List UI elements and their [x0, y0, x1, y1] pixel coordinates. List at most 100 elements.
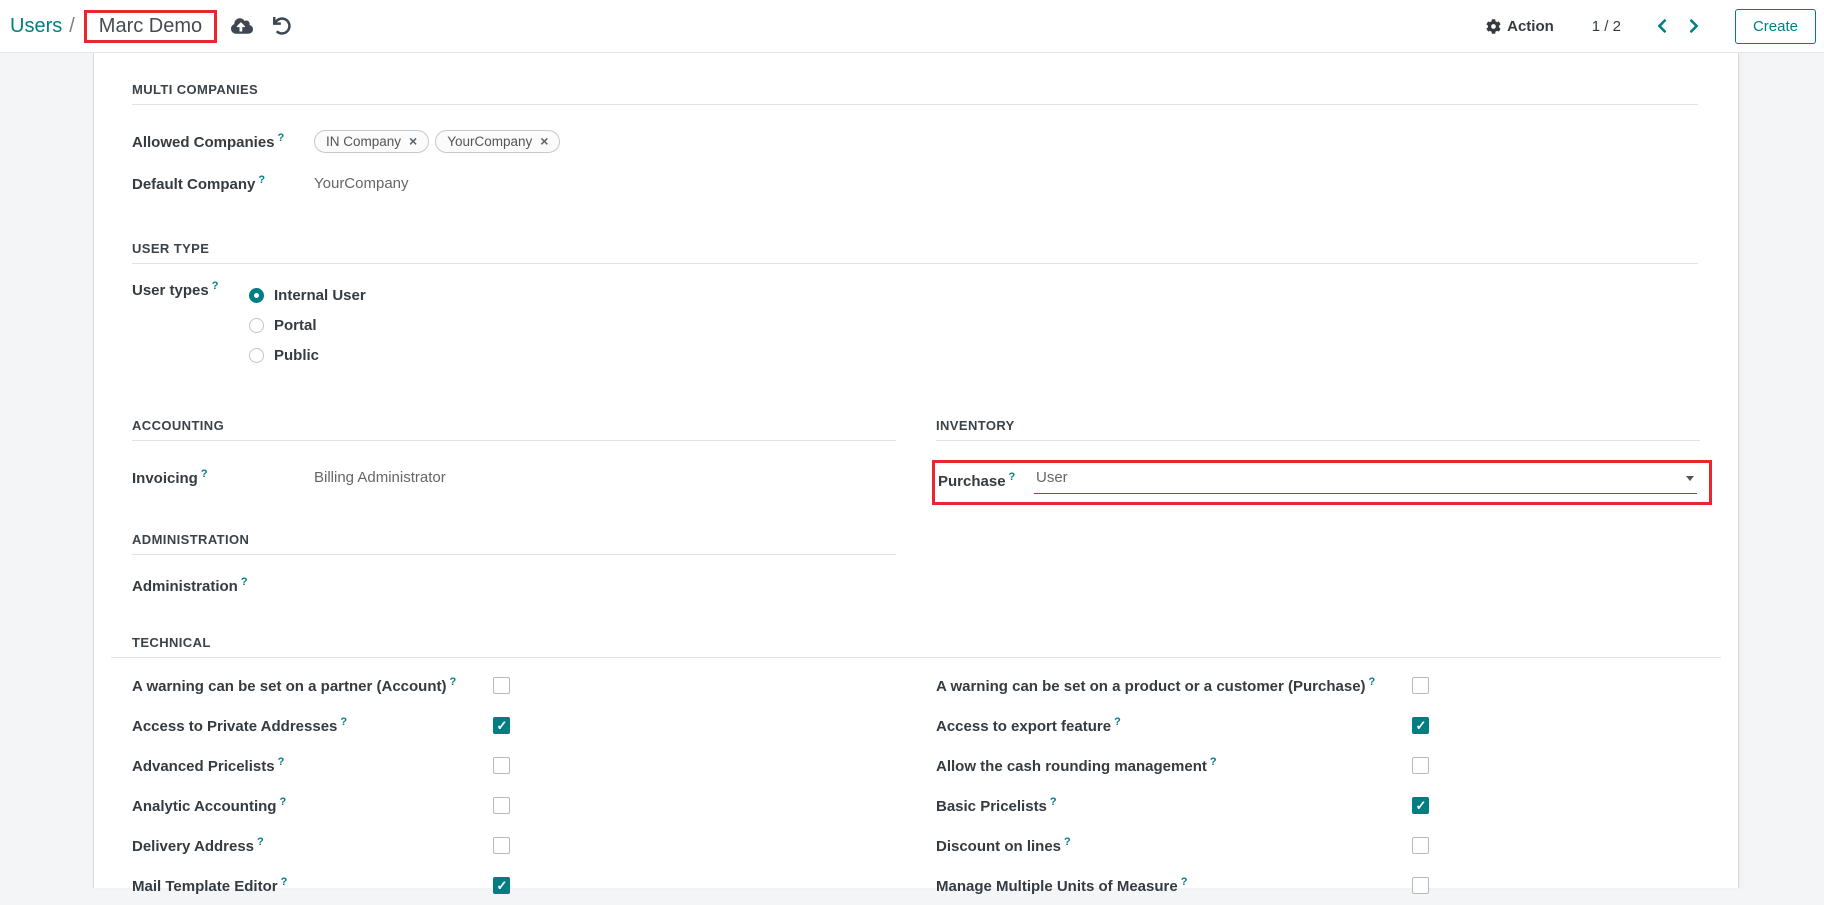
setting-label[interactable]: Delivery Address?	[132, 836, 493, 855]
section-multi-companies: MULTI COMPANIES Allowed Companies? IN Co…	[132, 82, 1698, 195]
help-icon: ?	[1050, 796, 1057, 808]
section-title: INVENTORY	[936, 418, 1700, 441]
left-column: ACCOUNTING Invoicing? Billing Administra…	[132, 418, 896, 597]
section-title: MULTI COMPANIES	[132, 82, 1698, 105]
pager-next-button[interactable]	[1683, 14, 1705, 38]
tag-label: YourCompany	[447, 134, 532, 149]
section-title: TECHNICAL	[111, 635, 1721, 658]
section-technical: TECHNICAL A warning can be set on a part…	[132, 635, 1698, 905]
setting-label[interactable]: Basic Pricelists?	[936, 796, 1412, 815]
field-row-default-company: Default Company? YourCompany	[132, 171, 1698, 195]
setting-label[interactable]: Mail Template Editor?	[132, 876, 493, 895]
setting-label[interactable]: Discount on lines?	[936, 836, 1412, 855]
technical-checklist: A warning can be set on a partner (Accou…	[132, 665, 1698, 905]
pager-previous-button[interactable]	[1651, 14, 1673, 38]
checkbox[interactable]	[1412, 757, 1429, 774]
section-title: ADMINISTRATION	[132, 532, 896, 555]
breadcrumb: Users / Marc Demo	[10, 10, 217, 43]
checkbox[interactable]	[1412, 717, 1429, 734]
field-row-allowed-companies: Allowed Companies? IN Company × YourComp…	[132, 129, 1698, 153]
checkbox[interactable]	[1412, 837, 1429, 854]
setting-label[interactable]: A warning can be set on a product or a c…	[936, 676, 1412, 695]
checkbox[interactable]	[493, 677, 510, 694]
setting-label[interactable]: A warning can be set on a partner (Accou…	[132, 676, 493, 695]
pager-value: 1 / 2	[1592, 18, 1621, 35]
right-column: INVENTORY Purchase? User	[936, 418, 1700, 597]
breadcrumb-users-link[interactable]: Users	[10, 15, 62, 38]
radio-option-portal[interactable]: Portal	[249, 310, 366, 340]
setting-label[interactable]: Manage Multiple Units of Measure?	[936, 876, 1412, 895]
section-title: ACCOUNTING	[132, 418, 896, 441]
cloud-upload-icon[interactable]	[231, 17, 253, 35]
radio-icon[interactable]	[249, 288, 264, 303]
field-label: Purchase?	[938, 471, 1034, 490]
chevron-down-icon	[1686, 476, 1694, 481]
invoicing-value[interactable]: Billing Administrator	[314, 469, 446, 486]
technical-row: Delivery Address?	[132, 825, 896, 865]
purchase-select[interactable]: User	[1034, 467, 1697, 494]
technical-row: A warning can be set on a product or a c…	[936, 665, 1700, 705]
help-icon: ?	[1369, 676, 1376, 688]
technical-row: Analytic Accounting?	[132, 785, 896, 825]
allowed-companies-tags: IN Company × YourCompany ×	[314, 130, 560, 153]
section-inventory: INVENTORY Purchase? User	[936, 418, 1700, 505]
checkbox[interactable]	[1412, 797, 1429, 814]
help-icon: ?	[1181, 876, 1188, 888]
technical-left-column: A warning can be set on a partner (Accou…	[132, 665, 896, 905]
help-icon: ?	[278, 132, 285, 144]
setting-label[interactable]: Access to Private Addresses?	[132, 716, 493, 735]
checkbox[interactable]	[493, 797, 510, 814]
breadcrumb-current: Marc Demo	[99, 15, 202, 37]
purchase-select-value: User	[1036, 469, 1068, 486]
tag-label: IN Company	[326, 134, 401, 149]
checkbox[interactable]	[493, 877, 510, 894]
undo-icon[interactable]	[273, 17, 291, 35]
setting-label[interactable]: Access to export feature?	[936, 716, 1412, 735]
field-label: Default Company?	[132, 174, 314, 193]
setting-label[interactable]: Analytic Accounting?	[132, 796, 493, 815]
help-icon: ?	[1064, 836, 1071, 848]
user-type-radio-group: Internal User Portal Public	[249, 280, 366, 370]
setting-label[interactable]: Allow the cash rounding management?	[936, 756, 1412, 775]
technical-row: Access to Private Addresses?	[132, 705, 896, 745]
help-icon: ?	[257, 836, 264, 848]
remove-tag-icon[interactable]: ×	[540, 134, 548, 148]
help-icon: ?	[1210, 756, 1217, 768]
help-icon: ?	[450, 676, 457, 688]
checkbox[interactable]	[1412, 877, 1429, 894]
gear-icon	[1486, 19, 1501, 34]
help-icon: ?	[1114, 716, 1121, 728]
help-icon: ?	[281, 876, 288, 888]
technical-row: A warning can be set on a partner (Accou…	[132, 665, 896, 705]
action-label: Action	[1507, 18, 1554, 35]
action-menu-button[interactable]: Action	[1486, 18, 1554, 35]
radio-icon[interactable]	[249, 318, 264, 333]
company-tag: YourCompany ×	[435, 130, 560, 153]
company-tag: IN Company ×	[314, 130, 429, 153]
field-label: Allowed Companies?	[132, 132, 314, 151]
create-button[interactable]: Create	[1735, 9, 1816, 44]
checkbox[interactable]	[1412, 677, 1429, 694]
form-sheet: MULTI COMPANIES Allowed Companies? IN Co…	[93, 53, 1739, 888]
radio-icon[interactable]	[249, 348, 264, 363]
radio-option-internal-user[interactable]: Internal User	[249, 280, 366, 310]
highlight-box-breadcrumb: Marc Demo	[84, 10, 217, 43]
radio-option-public[interactable]: Public	[249, 340, 366, 370]
help-icon: ?	[201, 468, 208, 480]
field-label: Administration?	[132, 576, 314, 595]
setting-label[interactable]: Advanced Pricelists?	[132, 756, 493, 775]
section-user-type: USER TYPE User types? Internal User Port…	[132, 241, 1698, 370]
checkbox[interactable]	[493, 757, 510, 774]
highlight-box-purchase: Purchase? User	[932, 460, 1712, 505]
help-icon: ?	[241, 576, 248, 588]
default-company-value[interactable]: YourCompany	[314, 175, 409, 192]
checkbox[interactable]	[493, 837, 510, 854]
help-icon: ?	[278, 756, 285, 768]
technical-row: Access to export feature?	[936, 705, 1700, 745]
remove-tag-icon[interactable]: ×	[409, 134, 417, 148]
control-panel-right: Action 1 / 2 Create	[1486, 9, 1816, 44]
technical-row: Allow the cash rounding management?	[936, 745, 1700, 785]
breadcrumb-separator: /	[69, 15, 75, 38]
checkbox[interactable]	[493, 717, 510, 734]
help-icon: ?	[1009, 471, 1016, 483]
